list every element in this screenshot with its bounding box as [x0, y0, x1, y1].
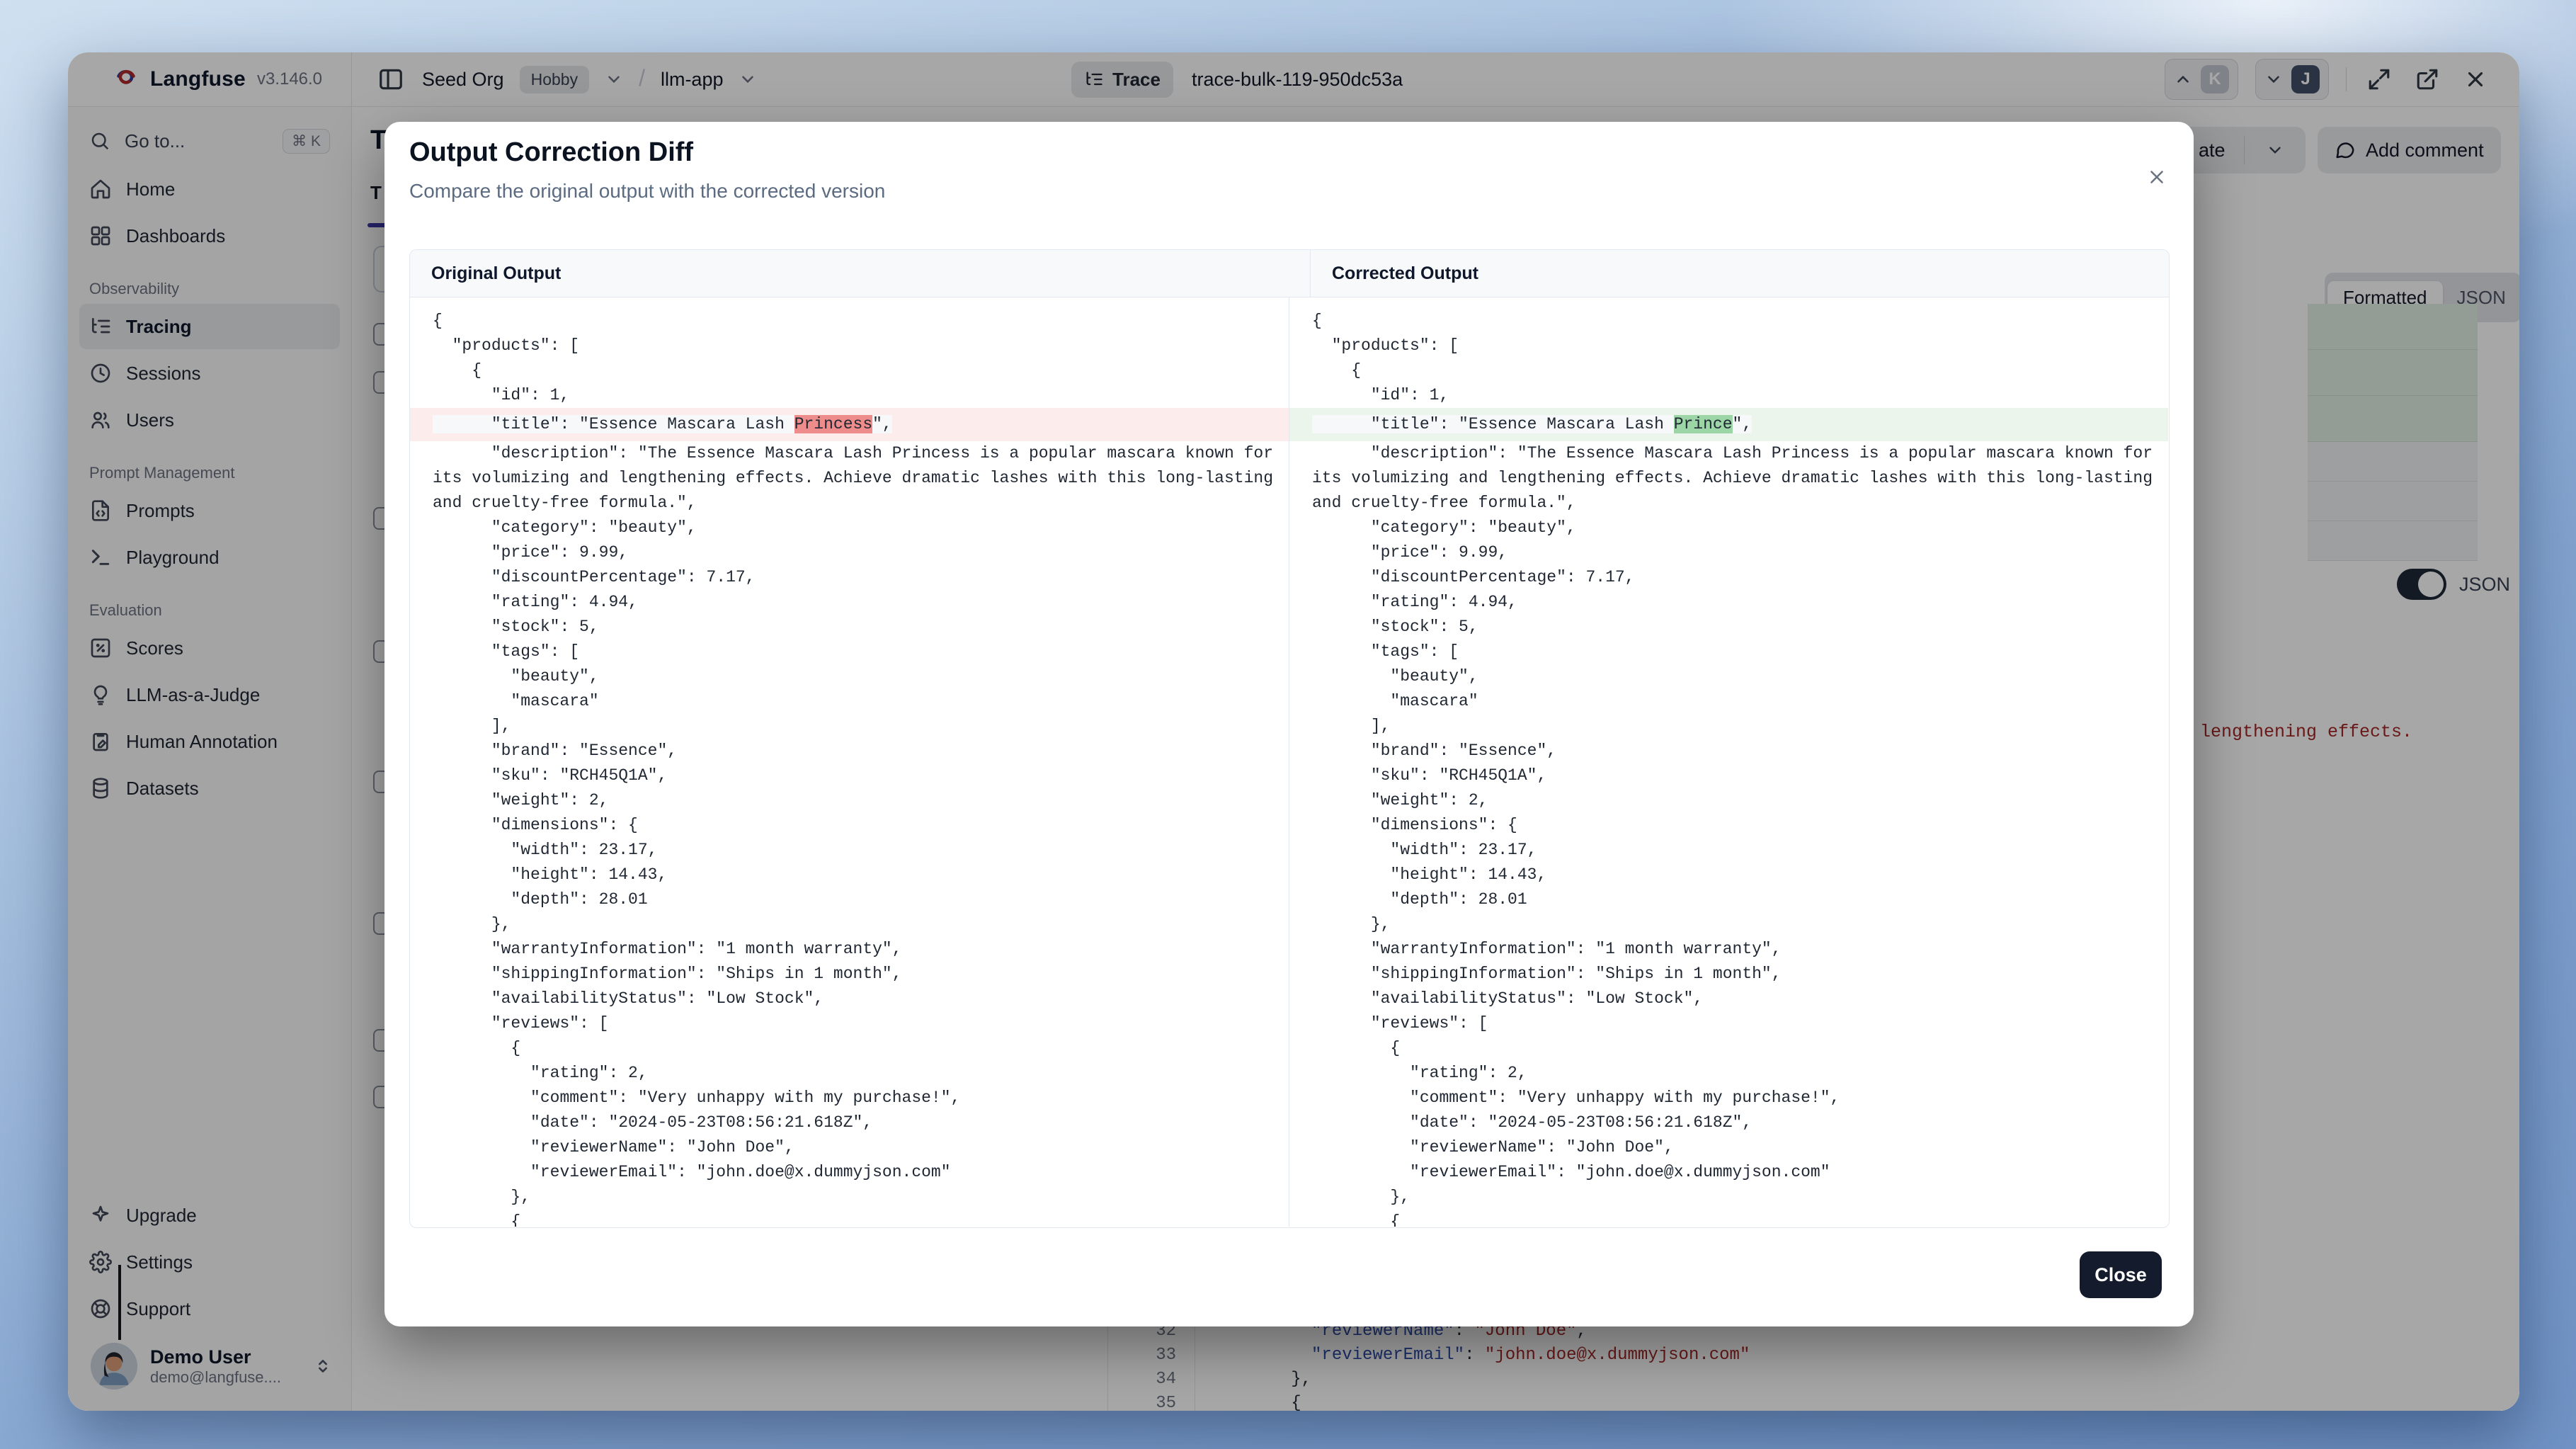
code-line: "depth": 28.01	[410, 887, 1289, 912]
code-line: "weight": 2,	[410, 788, 1289, 813]
code-line: "date": "2024-05-23T08:56:21.618Z",	[410, 1110, 1289, 1135]
code-line: "dimensions": {	[410, 813, 1289, 838]
output-correction-diff-modal: Output Correction Diff Compare the origi…	[384, 122, 2194, 1326]
code-line: },	[410, 912, 1289, 937]
diff-removed-line: "title": "Essence Mascara Lash Princess"…	[410, 408, 1289, 441]
code-line: "mascara"	[1289, 689, 2168, 714]
code-line: "tags": [	[1289, 640, 2168, 664]
code-line: "sku": "RCH45Q1A",	[410, 763, 1289, 788]
code-line: "brand": "Essence",	[1289, 739, 2168, 763]
code-line: "id": 1,	[410, 383, 1289, 408]
code-line: },	[1289, 1185, 2168, 1210]
code-line: "comment": "Very unhappy with my purchas…	[1289, 1086, 2168, 1110]
code-line: "reviewerEmail": "john.doe@x.dummyjson.c…	[410, 1160, 1289, 1185]
diff-unchanged-text: "title": "Essence Mascara Lash	[433, 415, 794, 433]
code-line: "shippingInformation": "Ships in 1 month…	[1289, 962, 2168, 987]
code-line: "description": "The Essence Mascara Lash…	[1289, 441, 2168, 516]
code-line: "availabilityStatus": "Low Stock",	[1289, 987, 2168, 1011]
modal-subtitle: Compare the original output with the cor…	[409, 180, 885, 203]
code-line: "discountPercentage": 7.17,	[410, 565, 1289, 590]
code-line: "depth": 28.01	[1289, 887, 2168, 912]
code-line: "tags": [	[410, 640, 1289, 664]
close-button[interactable]: Close	[2080, 1251, 2162, 1298]
code-line: "reviewerName": "John Doe",	[1289, 1135, 2168, 1160]
code-line: "weight": 2,	[1289, 788, 2168, 813]
code-line: "price": 9.99,	[1289, 540, 2168, 565]
code-line: "products": [	[1289, 334, 2168, 358]
code-line: {	[1289, 309, 2168, 334]
code-line: "stock": 5,	[410, 615, 1289, 640]
code-line: "description": "The Essence Mascara Lash…	[410, 441, 1289, 516]
code-line: "warrantyInformation": "1 month warranty…	[410, 937, 1289, 962]
code-line: "reviewerEmail": "john.doe@x.dummyjson.c…	[1289, 1160, 2168, 1185]
diff-removed-word: Princess	[794, 415, 872, 433]
diff-header-row: Original Output Corrected Output	[410, 250, 2169, 297]
app-window: Langfuse v3.146.0 Seed Org Hobby / llm-a…	[68, 52, 2519, 1411]
code-line: {	[410, 1036, 1289, 1061]
code-line: "stock": 5,	[1289, 615, 2168, 640]
code-line: "availabilityStatus": "Low Stock",	[410, 987, 1289, 1011]
code-line: "category": "beauty",	[1289, 516, 2168, 540]
code-line: "category": "beauty",	[410, 516, 1289, 540]
code-line: "rating": 4.94,	[410, 590, 1289, 615]
code-line: {	[1289, 1036, 2168, 1061]
code-line: {	[410, 309, 1289, 334]
code-line: "shippingInformation": "Ships in 1 month…	[410, 962, 1289, 987]
code-line: "rating": 2,	[410, 1061, 1289, 1086]
diff-added-line: "title": "Essence Mascara Lash Prince",	[1289, 408, 2168, 441]
code-line: {	[410, 1210, 1289, 1227]
code-line: "reviews": [	[410, 1011, 1289, 1036]
code-line: "reviews": [	[1289, 1011, 2168, 1036]
code-line: "beauty",	[410, 664, 1289, 689]
diff-unchanged-text: ",	[1733, 415, 1753, 433]
corrected-output-header: Corrected Output	[1310, 250, 2170, 297]
code-line: "height": 14.43,	[1289, 863, 2168, 887]
code-line: "sku": "RCH45Q1A",	[1289, 763, 2168, 788]
modal-close-icon[interactable]	[2141, 161, 2172, 193]
code-line: "warrantyInformation": "1 month warranty…	[1289, 937, 2168, 962]
code-line: "width": 23.17,	[410, 838, 1289, 863]
diff-added-word: Prince	[1674, 415, 1733, 433]
code-line: "comment": "Very unhappy with my purchas…	[410, 1086, 1289, 1110]
code-line: "date": "2024-05-23T08:56:21.618Z",	[1289, 1110, 2168, 1135]
code-line: "dimensions": {	[1289, 813, 2168, 838]
code-line: "brand": "Essence",	[410, 739, 1289, 763]
original-output-header: Original Output	[410, 250, 1310, 297]
corrected-output-panel[interactable]: { "products": [ { "id": 1, "title": "Ess…	[1289, 297, 2168, 1227]
code-line: "price": 9.99,	[410, 540, 1289, 565]
original-output-panel[interactable]: { "products": [ { "id": 1, "title": "Ess…	[410, 297, 1289, 1227]
code-line: "products": [	[410, 334, 1289, 358]
code-line: "id": 1,	[1289, 383, 2168, 408]
code-line: "width": 23.17,	[1289, 838, 2168, 863]
diff-body: { "products": [ { "id": 1, "title": "Ess…	[410, 297, 2169, 1227]
code-line: ],	[410, 714, 1289, 739]
code-line: "rating": 2,	[1289, 1061, 2168, 1086]
code-line: "beauty",	[1289, 664, 2168, 689]
diff-container: Original Output Corrected Output { "prod…	[409, 249, 2170, 1228]
diff-unchanged-text: ",	[872, 415, 892, 433]
diff-unchanged-text: "title": "Essence Mascara Lash	[1312, 415, 1674, 433]
modal-title: Output Correction Diff	[409, 137, 693, 168]
code-line: "discountPercentage": 7.17,	[1289, 565, 2168, 590]
code-line: {	[410, 358, 1289, 383]
code-line: },	[410, 1185, 1289, 1210]
code-line: "reviewerName": "John Doe",	[410, 1135, 1289, 1160]
code-line: "height": 14.43,	[410, 863, 1289, 887]
code-line: {	[1289, 358, 2168, 383]
code-line: "mascara"	[410, 689, 1289, 714]
code-line: ],	[1289, 714, 2168, 739]
code-line: {	[1289, 1210, 2168, 1227]
code-line: "rating": 4.94,	[1289, 590, 2168, 615]
code-line: },	[1289, 912, 2168, 937]
